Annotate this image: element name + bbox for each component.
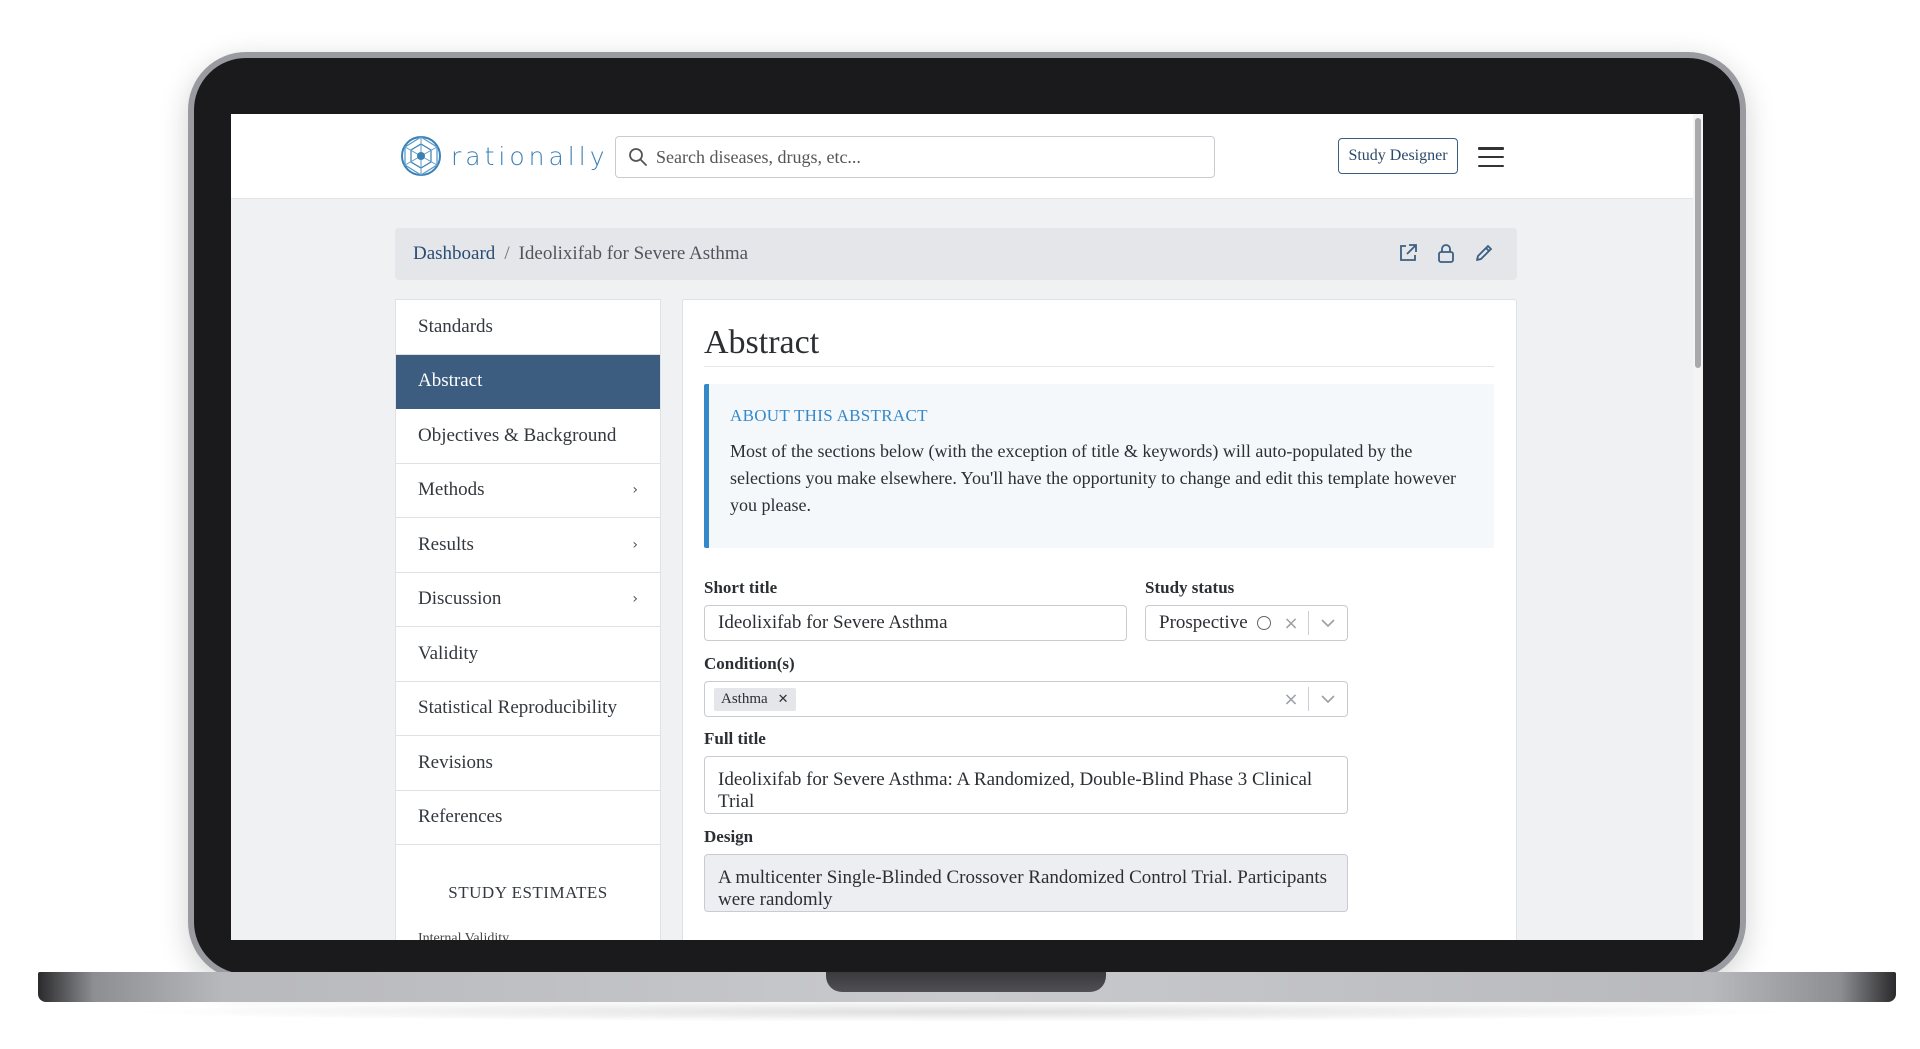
page-scrollbar[interactable] xyxy=(1693,114,1703,940)
info-callout-title: ABOUT THIS ABSTRACT xyxy=(730,406,928,425)
sidebar-item-standards[interactable]: Standards xyxy=(396,300,660,355)
study-status-label: Study status xyxy=(1145,578,1235,597)
condition-tag: Asthma ✕ xyxy=(714,687,796,711)
sidebar-item-label: Objectives & Background xyxy=(418,424,617,446)
abstract-panel: Abstract ABOUT THIS ABSTRACT Most of the… xyxy=(682,299,1517,940)
edit-icon[interactable] xyxy=(1473,242,1495,264)
lock-icon[interactable] xyxy=(1435,242,1457,264)
breadcrumb-separator: / xyxy=(504,243,510,264)
search-input[interactable] xyxy=(656,146,1196,168)
logo-text: rationally xyxy=(451,141,609,171)
condition-tag-label: Asthma xyxy=(721,690,768,707)
conditions-label: Condition(s) xyxy=(704,654,795,673)
study-estimates-heading: STUDY ESTIMATES xyxy=(448,883,608,902)
design-textarea[interactable]: A multicenter Single-Blinded Crossover R… xyxy=(704,854,1348,912)
sidebar-item-results[interactable]: Results › xyxy=(396,518,660,573)
short-title-field[interactable]: Ideolixifab for Severe Asthma xyxy=(704,605,1127,641)
sidebar-item-revisions[interactable]: Revisions xyxy=(396,736,660,791)
full-title-label: Full title xyxy=(704,729,766,748)
sidebar-item-label: Discussion xyxy=(418,588,502,610)
sidebar-item-statistical-reproducibility[interactable]: Statistical Reproducibility xyxy=(396,682,660,736)
chevron-right-icon: › xyxy=(632,591,638,608)
sidebar-item-label: References xyxy=(418,806,503,828)
sidebar-item-references[interactable]: References xyxy=(396,791,660,845)
sidebar-item-label: Results xyxy=(418,533,474,555)
divider xyxy=(704,366,1494,367)
short-title-value: Ideolixifab for Severe Asthma xyxy=(718,612,948,633)
clear-icon[interactable]: × xyxy=(1274,613,1308,634)
info-callout-body: Most of the sections below (with the exc… xyxy=(730,441,1457,515)
logo[interactable]: rationally xyxy=(399,134,609,178)
sidebar-item-abstract[interactable]: Abstract xyxy=(396,354,660,409)
laptop-notch xyxy=(826,972,1106,992)
chevron-down-icon[interactable] xyxy=(1309,694,1347,704)
logo-globe-icon xyxy=(401,136,441,176)
scrollbar-thumb[interactable] xyxy=(1695,118,1701,368)
search-icon xyxy=(629,148,647,166)
sidebar-item-label: Validity xyxy=(418,642,479,664)
page-title: Abstract xyxy=(704,324,820,361)
menu-icon[interactable] xyxy=(1478,147,1504,167)
design-label: Design xyxy=(704,827,754,846)
external-link-icon[interactable] xyxy=(1397,242,1419,264)
search-bar[interactable] xyxy=(615,136,1215,178)
sidebar-item-label: Abstract xyxy=(418,370,483,392)
screen: rationally Study Designer Dashboard / Id… xyxy=(231,114,1703,940)
chevron-right-icon: › xyxy=(632,482,638,499)
remove-tag-icon[interactable]: ✕ xyxy=(778,692,789,707)
conditions-select[interactable]: Asthma ✕ × xyxy=(704,681,1348,717)
chevron-down-icon[interactable] xyxy=(1309,618,1347,628)
clear-icon[interactable]: × xyxy=(1274,689,1308,710)
study-designer-button[interactable]: Study Designer xyxy=(1338,138,1458,174)
sidebar-item-discussion[interactable]: Discussion › xyxy=(396,573,660,627)
sidebar-item-label: Statistical Reproducibility xyxy=(418,697,617,719)
sidebar-item-label: Methods xyxy=(418,479,485,501)
sidebar-item-label: Revisions xyxy=(418,751,493,773)
sidebar-item-label: Standards xyxy=(418,315,493,337)
full-title-textarea[interactable]: Ideolixifab for Severe Asthma: A Randomi… xyxy=(704,756,1348,814)
design-value: A multicenter Single-Blinded Crossover R… xyxy=(718,867,1327,910)
short-title-label: Short title xyxy=(704,578,778,597)
breadcrumb-current: Ideolixifab for Severe Asthma xyxy=(518,243,749,264)
sidebar-item-objectives[interactable]: Objectives & Background xyxy=(396,409,660,464)
laptop-shadow xyxy=(120,1002,1800,1022)
status-circle-icon xyxy=(1256,616,1271,630)
internal-validity-label: Internal Validity xyxy=(418,931,510,940)
study-status-select[interactable]: Prospective × xyxy=(1145,605,1348,641)
full-title-value: Ideolixifab for Severe Asthma: A Randomi… xyxy=(718,769,1313,812)
breadcrumb-dashboard-link[interactable]: Dashboard xyxy=(413,243,495,265)
breadcrumb: Dashboard / Ideolixifab for Severe Asthm… xyxy=(395,228,1517,280)
sidebar-nav: Standards Abstract Objectives & Backgrou… xyxy=(395,299,661,940)
top-navbar: rationally Study Designer xyxy=(231,114,1703,199)
info-callout: ABOUT THIS ABSTRACT Most of the sections… xyxy=(704,384,1494,548)
sidebar-item-validity[interactable]: Validity xyxy=(396,627,660,682)
sidebar-item-methods[interactable]: Methods › xyxy=(396,464,660,518)
study-status-value: Prospective xyxy=(1159,612,1248,633)
chevron-right-icon: › xyxy=(632,536,638,553)
